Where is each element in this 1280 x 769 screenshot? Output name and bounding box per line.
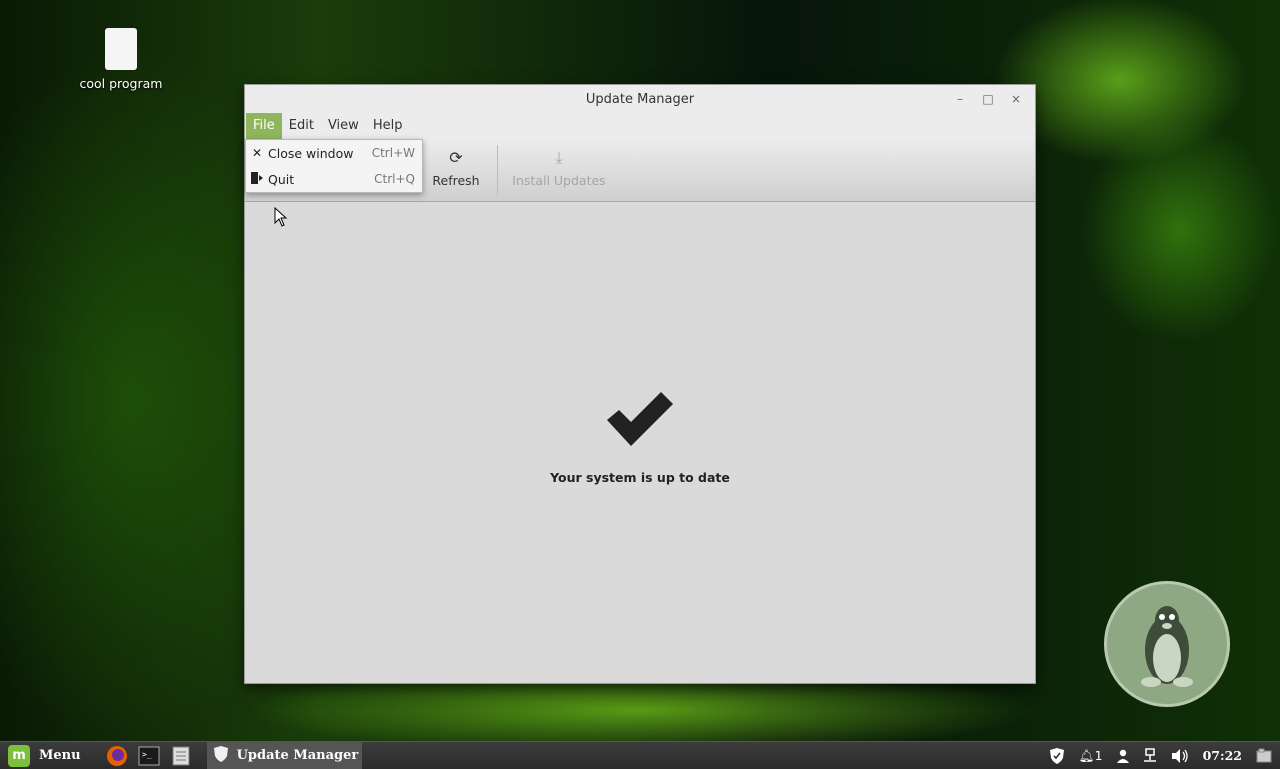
show-desktop-icon[interactable]: [1256, 748, 1272, 764]
svg-text:>_: >_: [142, 750, 152, 759]
volume-icon[interactable]: [1171, 748, 1189, 764]
main-content: Your system is up to date: [245, 202, 1035, 683]
desktop-icon-label: cool program: [79, 76, 163, 91]
notifications-tray[interactable]: 🔔︎ 1: [1079, 748, 1103, 764]
minimize-button[interactable]: –: [949, 89, 971, 109]
taskbar-window-label: Update Manager: [236, 748, 359, 763]
menu-item-label: Close window: [268, 145, 354, 161]
quit-icon: [246, 171, 268, 188]
linux-mint-logo-icon: m: [8, 744, 30, 767]
window-title: Update Manager: [585, 91, 695, 107]
install-updates-label: Install Updates: [512, 173, 606, 188]
clock[interactable]: 07:22: [1203, 748, 1242, 763]
bell-icon: 🔔︎: [1078, 747, 1095, 763]
taskbar-window-update-manager[interactable]: Update Manager: [206, 742, 362, 769]
shield-icon: [213, 745, 229, 767]
files-launcher[interactable]: [169, 745, 193, 767]
menu-help[interactable]: Help: [366, 113, 410, 139]
close-button[interactable]: ×: [1005, 89, 1027, 109]
install-updates-button[interactable]: ⤓ Install Updates: [511, 147, 607, 188]
user-icon[interactable]: [1116, 749, 1129, 763]
toolbar-separator: [497, 145, 498, 195]
file-icon: [105, 28, 137, 70]
menu-edit[interactable]: Edit: [282, 113, 321, 139]
status-message: Your system is up to date: [550, 470, 730, 485]
window-titlebar[interactable]: Update Manager – □ ×: [245, 85, 1035, 113]
files-icon: [172, 746, 190, 765]
menubar: File Edit View Help: [245, 113, 1035, 139]
close-icon: ✕: [251, 146, 263, 160]
maximize-button[interactable]: □: [977, 89, 999, 109]
refresh-label: Refresh: [432, 173, 480, 188]
start-menu-button[interactable]: m Menu: [8, 744, 81, 767]
download-icon: ⤓: [555, 148, 563, 167]
mouse-cursor-icon: [274, 207, 288, 227]
menu-item-accelerator: Ctrl+W: [371, 146, 415, 160]
notification-count: 1: [1094, 748, 1103, 763]
refresh-button[interactable]: ⟳ Refresh: [427, 147, 485, 188]
menu-view[interactable]: View: [321, 113, 366, 139]
terminal-icon: >_: [138, 746, 160, 765]
menu-item-label: Quit: [268, 171, 295, 187]
tux-badge-icon: [1104, 581, 1230, 707]
menu-item-close-window[interactable]: ✕ Close window Ctrl+W: [246, 140, 422, 166]
start-menu-label: Menu: [39, 748, 81, 763]
update-shield-tray-icon[interactable]: [1049, 747, 1065, 765]
firefox-icon: [106, 745, 127, 766]
desktop-icon-cool-program[interactable]: cool program: [72, 28, 170, 91]
taskbar: m Menu >_ Update Manager 🔔︎ 1 07:22: [0, 741, 1280, 769]
checkmark-icon: [607, 392, 673, 446]
firefox-launcher[interactable]: [105, 745, 129, 767]
menu-item-accelerator: Ctrl+Q: [374, 172, 415, 186]
menu-item-quit[interactable]: Quit Ctrl+Q: [246, 166, 422, 192]
file-menu-dropdown: ✕ Close window Ctrl+W Quit Ctrl+Q: [245, 139, 423, 193]
refresh-icon: ⟳: [449, 148, 463, 167]
network-icon[interactable]: [1143, 747, 1157, 764]
terminal-launcher[interactable]: >_: [137, 745, 161, 767]
status-panel: Your system is up to date: [245, 392, 1035, 485]
menu-file[interactable]: File: [246, 113, 282, 139]
system-tray: 🔔︎ 1 07:22: [1049, 742, 1280, 769]
